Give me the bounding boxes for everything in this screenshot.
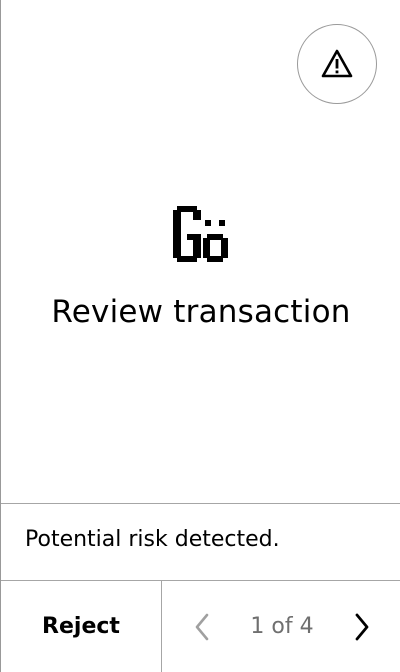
app-logo-icon: [173, 206, 228, 262]
divider: [1, 503, 400, 504]
risk-warning-text: Potential risk detected.: [25, 527, 280, 552]
warning-button[interactable]: [297, 24, 377, 104]
pagination: 1 of 4: [162, 581, 400, 672]
page-indicator: 1 of 4: [250, 614, 314, 639]
reject-button-label: Reject: [42, 614, 120, 639]
device-screen: Review transaction Potential risk detect…: [0, 0, 400, 672]
chevron-left-icon: [195, 613, 209, 640]
next-page-button[interactable]: [332, 581, 392, 672]
previous-page-button[interactable]: [172, 581, 232, 672]
page-title: Review transaction: [51, 294, 351, 330]
reject-button[interactable]: Reject: [1, 581, 161, 672]
chevron-right-icon: [355, 613, 369, 640]
warning-triangle-icon: [321, 49, 353, 78]
